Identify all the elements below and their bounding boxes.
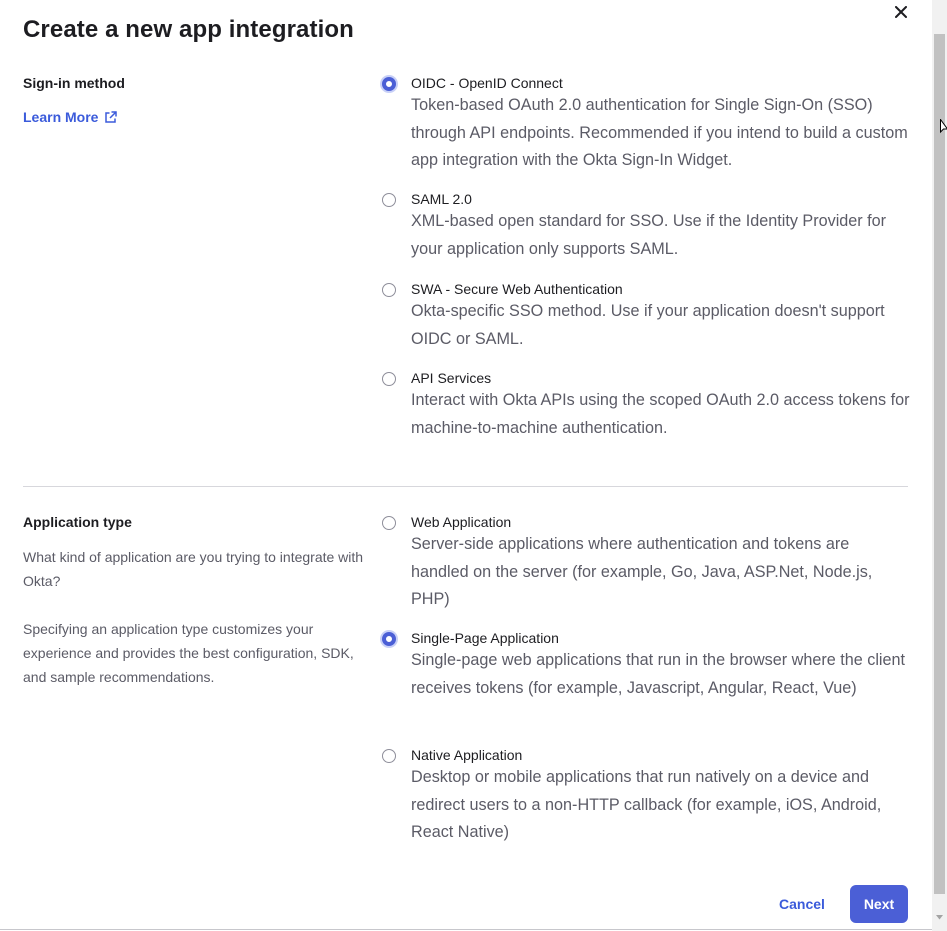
option-description: XML-based open standard for SSO. Use if … (411, 212, 887, 258)
option-description: Interact with Okta APIs using the scoped… (411, 391, 910, 437)
external-link-icon (105, 110, 118, 123)
radio-oidc[interactable] (382, 77, 396, 91)
radio-web-application[interactable] (382, 516, 396, 530)
cancel-button[interactable]: Cancel (768, 885, 836, 923)
scroll-down-arrow-icon[interactable] (935, 913, 944, 922)
option-title: SWA - Secure Web Authentication (411, 281, 623, 297)
vertical-scrollbar[interactable] (932, 0, 947, 931)
radio-api-services[interactable] (382, 372, 396, 386)
sign-in-method-label: Sign-in method (23, 75, 125, 91)
close-icon (895, 6, 907, 18)
close-button[interactable] (890, 1, 912, 23)
option-title: Single-Page Application (411, 630, 559, 646)
option-title: Native Application (411, 747, 523, 763)
dialog-title: Create a new app integration (23, 16, 354, 43)
option-description: Okta-specific SSO method. Use if your ap… (411, 302, 885, 348)
learn-more-label: Learn More (23, 109, 99, 125)
option-description: Token-based OAuth 2.0 authentication for… (411, 96, 908, 169)
application-type-help-details: Specifying an application type customize… (23, 621, 354, 685)
option-description: Single-page web applications that run in… (411, 651, 906, 697)
learn-more-link[interactable]: Learn More (23, 109, 118, 125)
option-title: Web Application (411, 514, 512, 530)
radio-single-page-application[interactable] (382, 632, 396, 646)
mouse-cursor-icon (940, 119, 947, 134)
application-type-label: Application type (23, 514, 132, 530)
option-title: OIDC - OpenID Connect (411, 75, 563, 91)
application-type-help: What kind of application are you trying … (23, 549, 364, 589)
section-divider (23, 486, 908, 487)
option-title: SAML 2.0 (411, 191, 472, 207)
option-description: Server-side applications where authentic… (411, 535, 873, 608)
option-title: API Services (411, 370, 492, 386)
radio-swa[interactable] (382, 283, 396, 297)
scrollbar-thumb[interactable] (934, 34, 945, 894)
radio-native-application[interactable] (382, 749, 396, 763)
radio-saml[interactable] (382, 193, 396, 207)
page: Create a new app integration Sign-in met… (0, 0, 947, 931)
option-description: Desktop or mobile applications that run … (411, 768, 882, 841)
create-app-integration-dialog: Create a new app integration Sign-in met… (0, 0, 932, 930)
next-button[interactable]: Next (850, 885, 908, 923)
